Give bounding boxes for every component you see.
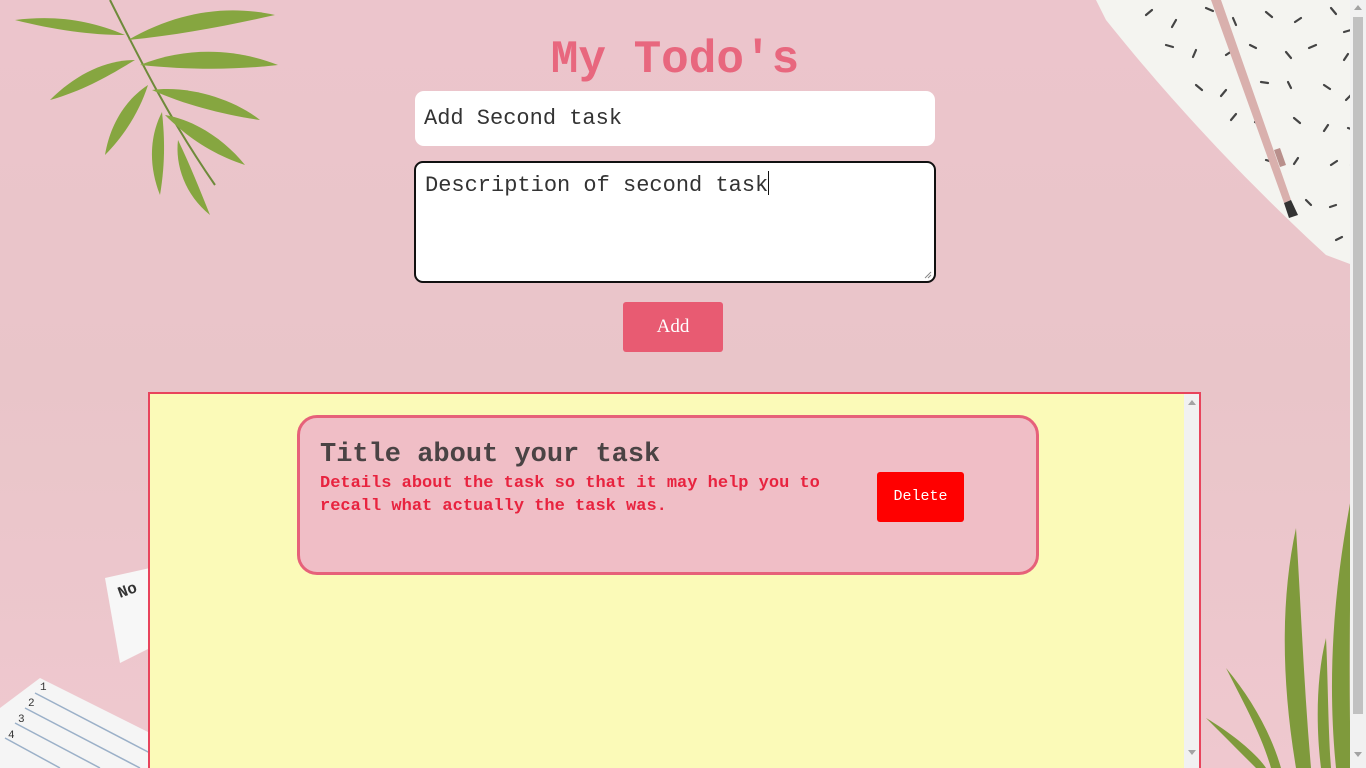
add-button[interactable]: Add [623, 302, 723, 352]
page-title: My Todo's [550, 34, 800, 86]
task-title-input[interactable]: Add Second task [415, 91, 935, 146]
scroll-down-icon[interactable] [1188, 750, 1196, 755]
task-description-textarea[interactable]: Description of second task [414, 161, 936, 283]
scroll-up-icon[interactable] [1354, 5, 1362, 10]
notepad-icon: No 1234 [0, 568, 160, 768]
todo-list-scrollbar[interactable] [1184, 394, 1199, 768]
scrollbar-thumb[interactable] [1353, 17, 1363, 714]
todo-description: Details about the task so that it may he… [320, 474, 820, 516]
page-scrollbar[interactable] [1350, 0, 1366, 768]
svg-text:3: 3 [18, 714, 25, 726]
todo-title: Title about your task [320, 440, 661, 470]
resize-grip-icon[interactable] [924, 271, 932, 279]
palm-leaf-icon [1206, 498, 1351, 768]
scroll-up-icon[interactable] [1188, 400, 1196, 405]
svg-text:1: 1 [40, 682, 47, 694]
text-caret [768, 171, 770, 195]
task-description-text: Description of second task [425, 173, 769, 198]
svg-text:4: 4 [8, 730, 15, 742]
delete-button[interactable]: Delete [877, 472, 964, 522]
scroll-down-icon[interactable] [1354, 752, 1362, 757]
todo-list: Title about your task Details about the … [148, 392, 1201, 768]
todo-card: Title about your task Details about the … [297, 415, 1039, 575]
svg-text:2: 2 [28, 698, 35, 710]
